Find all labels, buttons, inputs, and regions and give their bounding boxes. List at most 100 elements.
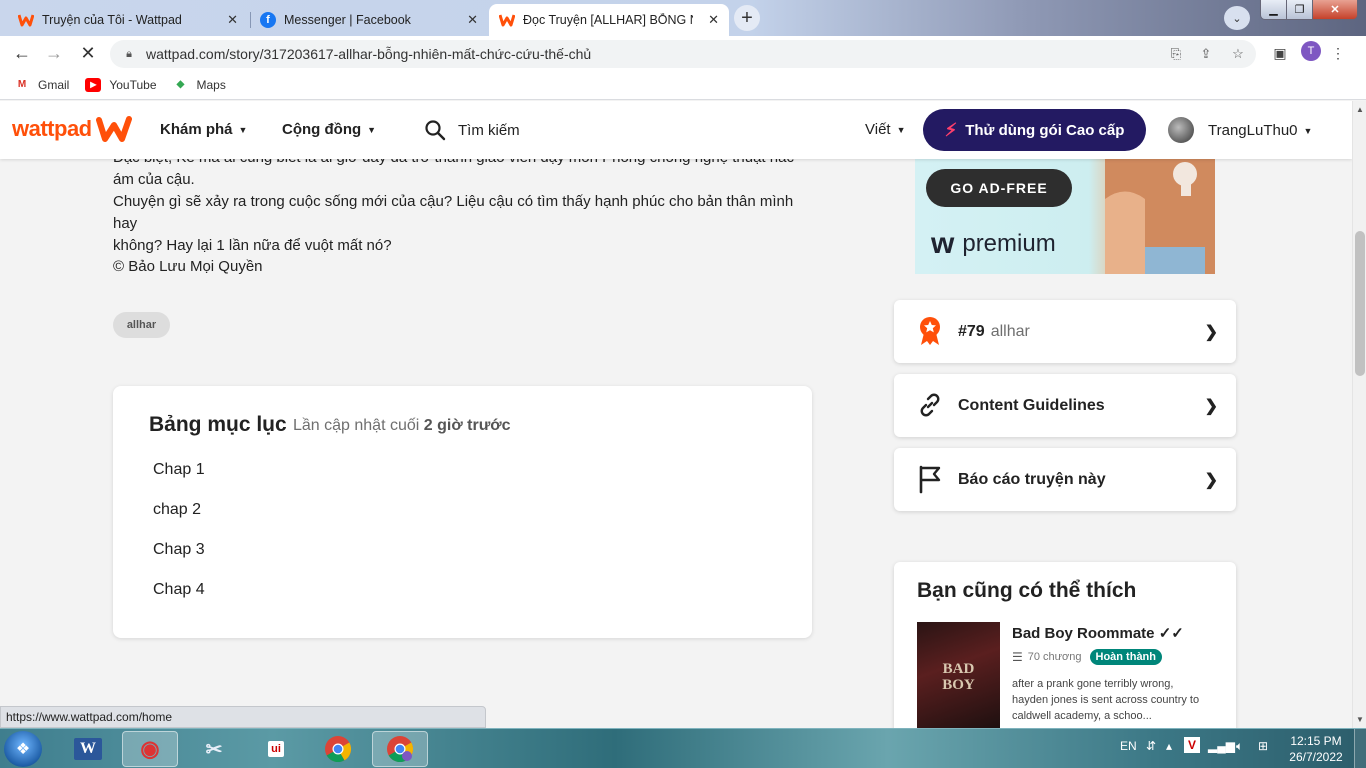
user-menu[interactable]: TrangLuThu0 ▼ [1208, 122, 1312, 139]
youtube-icon: ▶ [85, 77, 102, 92]
forward-arrow-icon[interactable]: → [42, 41, 66, 65]
ranking-badge-icon [916, 316, 944, 346]
taskbar-clock[interactable]: 12:15 PM 26/7/2022 [1284, 733, 1348, 765]
wattpad-w-icon [95, 116, 132, 142]
tray-chevron-icon[interactable]: ▴ [1166, 739, 1172, 753]
search-icon [425, 120, 446, 141]
menu-kebab-icon[interactable]: ⋮ [1328, 42, 1348, 64]
premium-brand-label: premium [962, 230, 1056, 257]
book-title[interactable]: Bad Boy Roommate ✓✓ [1012, 624, 1184, 642]
address-bar[interactable]: 🔒︎ wattpad.com/story/317203617-allhar-bỗ… [110, 40, 1256, 68]
user-avatar[interactable] [1168, 117, 1194, 143]
recommendations-panel: Bạn cũng có thể thích BAD BOY Bad Boy Ro… [894, 562, 1236, 728]
translate-icon[interactable]: ⎘ [1166, 44, 1186, 64]
bookmark-label: YouTube [109, 77, 157, 92]
volume-icon[interactable]: 🔈︎ [1236, 739, 1243, 754]
word-taskbar-icon[interactable]: W [60, 731, 116, 767]
description-line: ám của cậu. [113, 171, 195, 188]
rank-card[interactable]: #79 allhar ❯ [894, 300, 1236, 363]
chrome-profile-taskbar-icon[interactable] [372, 731, 428, 767]
chapter-link[interactable]: Chap 3 [153, 541, 205, 559]
username-label: TrangLuThu0 [1208, 122, 1298, 139]
close-icon[interactable]: ✕ [708, 12, 719, 28]
facebook-icon: f [260, 12, 276, 28]
search-label: Tìm kiếm [458, 121, 520, 139]
wattpad-icon [18, 12, 34, 28]
unikey-v-icon[interactable]: V [1184, 737, 1201, 753]
premium-brand: w premium [931, 227, 1056, 261]
close-icon[interactable]: ✕ [227, 12, 238, 28]
stop-loading-icon[interactable]: ✕ [76, 41, 100, 65]
book-cover[interactable]: BAD BOY [917, 622, 1000, 728]
recommendations-title: Bạn cũng có thể thích [917, 579, 1137, 602]
bookmark-star-icon[interactable]: ☆ [1228, 44, 1248, 64]
bookmark-maps[interactable]: ◆ Maps [173, 78, 226, 92]
chapter-link[interactable]: chap 2 [153, 501, 201, 519]
tray-arrows-icon[interactable]: ⇵ [1146, 739, 1156, 753]
profile-avatar[interactable]: T [1301, 41, 1321, 61]
back-arrow-icon[interactable]: ← [10, 41, 34, 65]
side-panel-icon[interactable]: ▣ [1270, 42, 1290, 64]
chapter-link[interactable]: Chap 4 [153, 581, 205, 599]
lock-icon[interactable]: 🔒︎ [122, 47, 136, 61]
network-icon[interactable]: ⊞ [1258, 739, 1268, 753]
clock-date: 26/7/2022 [1289, 750, 1343, 764]
bookmark-gmail[interactable]: M Gmail [14, 77, 70, 92]
browser-tab-messenger[interactable]: f Messenger | Facebook ✕ [250, 4, 488, 36]
bookmarks-bar: M Gmail ▶ YouTube ◆ Maps [0, 70, 1366, 100]
window-close-icon[interactable]: ✕ [1313, 0, 1357, 19]
restore-icon[interactable]: ❐ [1287, 0, 1313, 19]
go-ad-free-button[interactable]: GO AD-FREE [926, 169, 1072, 207]
page-scrollbar[interactable]: ▲ ▼ [1352, 101, 1366, 728]
chapter-link[interactable]: Chap 1 [153, 461, 205, 479]
windows-taskbar: ❖ W ◉ ✂ ui EN ⇵ ▴ V ▂▄▆ 🔈︎ ⊞ 12:15 PM 26… [0, 728, 1366, 768]
list-icon: ☰ [1012, 650, 1023, 664]
app-taskbar-icon[interactable]: ◉ [122, 731, 178, 767]
try-premium-button[interactable]: ⚡︎ Thử dùng gói Cao cấp [923, 109, 1146, 151]
book-meta: ☰ 70 chương Hoàn thành [1012, 649, 1162, 665]
link-icon [916, 390, 944, 420]
language-indicator[interactable]: EN [1120, 739, 1137, 753]
flag-icon [916, 464, 944, 494]
scroll-down-icon[interactable]: ▼ [1356, 715, 1364, 724]
new-tab-button[interactable]: + [734, 5, 760, 31]
browser-tab-my-stories[interactable]: Truyện của Tôi - Wattpad ✕ [8, 4, 248, 36]
bookmark-youtube[interactable]: ▶ YouTube [85, 77, 157, 92]
story-tag[interactable]: allhar [113, 312, 170, 338]
browser-tab-title: Messenger | Facebook [284, 13, 411, 27]
signal-icon[interactable]: ▂▄▆ [1208, 739, 1235, 753]
windows-start-icon[interactable]: ❖ [4, 731, 42, 767]
close-icon[interactable]: ✕ [467, 12, 478, 28]
clock-time: 12:15 PM [1290, 734, 1342, 748]
unikey-taskbar-icon[interactable]: ui [248, 731, 304, 767]
description-line: không? Hay lại 1 lần nữa để vuột mất nó? [113, 237, 392, 254]
window-controls: ▁ ❐ ✕ [1260, 0, 1358, 20]
minimize-icon[interactable]: ▁ [1261, 0, 1287, 19]
browser-tab-title: Truyện của Tôi - Wattpad [42, 13, 182, 27]
chapter-count: 70 chương [1027, 651, 1082, 663]
report-story-card[interactable]: Báo cáo truyện này ❯ [894, 448, 1236, 511]
header-search[interactable]: Tìm kiếm [424, 119, 520, 141]
nav-discover[interactable]: Khám phá ▼ [160, 121, 247, 138]
wattpad-logo[interactable]: wattpad [12, 115, 132, 143]
address-url[interactable]: wattpad.com/story/317203617-allhar-bỗng-… [146, 46, 591, 62]
chrome-taskbar-icon[interactable] [310, 731, 366, 767]
nav-community[interactable]: Cộng đồng ▼ [282, 121, 376, 138]
report-story-label: Báo cáo truyện này [958, 470, 1106, 488]
content-guidelines-card[interactable]: Content Guidelines ❯ [894, 374, 1236, 437]
wattpad-icon [499, 12, 515, 28]
premium-ad[interactable]: GO AD-FREE w premium [915, 159, 1215, 274]
caret-down-icon: ▼ [367, 124, 377, 135]
toc-updated-value: 2 giờ trước [423, 417, 511, 434]
gmail-icon: M [17, 79, 27, 90]
paint-taskbar-icon[interactable]: ✂ [186, 731, 242, 767]
browser-tab-story[interactable]: Đọc Truyện [ALLHAR] BỖNG NHIÊ ✕ [489, 4, 729, 36]
tab-search-button[interactable]: ⌄ [1224, 6, 1250, 30]
description-line: Chuyện gì sẽ xảy ra trong cuộc sống mới … [113, 193, 794, 232]
share-icon[interactable]: ⇪ [1196, 44, 1216, 64]
nav-write[interactable]: Viết ▼ [865, 121, 906, 138]
bookmark-label: Gmail [38, 77, 70, 92]
scroll-up-icon[interactable]: ▲ [1356, 105, 1364, 114]
show-desktop-button[interactable] [1354, 729, 1366, 768]
scrollbar-thumb[interactable] [1355, 231, 1365, 376]
